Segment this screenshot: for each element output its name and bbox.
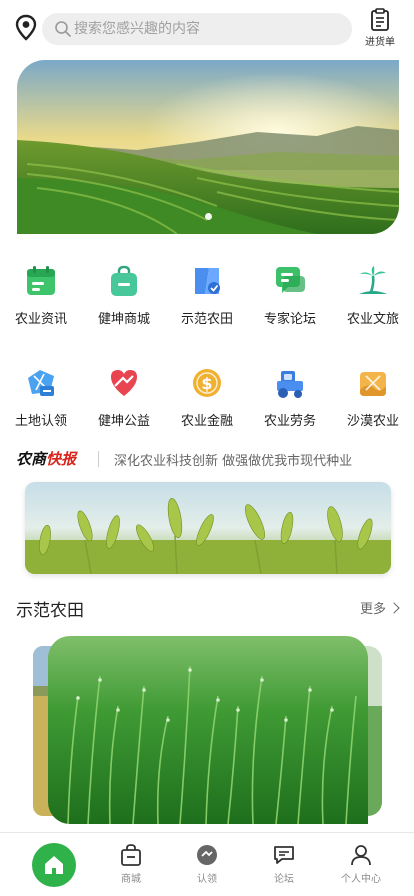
tab-mall[interactable]: 商城: [101, 833, 161, 896]
grid-item-label: 健坤公益: [97, 414, 150, 429]
grass-field-image: [48, 636, 368, 824]
demo-farm-icon: [195, 268, 220, 294]
grid-item-agri-news[interactable]: 农业资讯: [0, 258, 82, 338]
tab-home[interactable]: [32, 843, 76, 887]
wheat-promo-banner[interactable]: [25, 482, 391, 574]
chevron-right-icon: [388, 602, 400, 614]
category-row-1: 农业资讯 健坤商城 示范农田 专家论坛 农业文旅: [0, 258, 414, 338]
grid-item-charity[interactable]: 健坤公益: [83, 360, 165, 440]
banner-pagination: [17, 205, 399, 224]
news-brand-part2: 快报: [46, 450, 77, 468]
location-pin-icon[interactable]: [14, 14, 38, 42]
news-divider: [98, 451, 99, 467]
palm-island-icon: [359, 266, 387, 294]
news-brand-part1: 农商: [16, 450, 47, 468]
tab-label: 论坛: [274, 874, 294, 885]
news-headline[interactable]: 深化农业科技创新 做强做优我市现代种业: [114, 450, 352, 469]
tab-claim[interactable]: 认领: [177, 833, 237, 896]
more-label: 更多: [359, 602, 386, 617]
grid-item-finance[interactable]: $ 农业金融: [166, 360, 248, 440]
search-input[interactable]: [74, 13, 344, 45]
grid-item-agri-tourism[interactable]: 农业文旅: [332, 258, 414, 338]
grid-item-land-claim[interactable]: 土地认领: [0, 360, 82, 440]
grid-item-label: 示范农田: [180, 312, 233, 327]
grid-item-label: 沙漠农业: [346, 414, 399, 429]
shopping-bag-icon: [111, 265, 137, 296]
grid-item-desert-agri[interactable]: 沙漠农业: [332, 360, 414, 440]
wheat-field-image: [25, 482, 391, 574]
grid-item-expert-forum[interactable]: 专家论坛: [249, 258, 331, 338]
news-brand-logo: 农商快报: [16, 448, 76, 469]
desert-map-icon: [360, 372, 386, 396]
forum-chat-icon: [274, 846, 294, 864]
home-icon: [45, 856, 63, 874]
grid-item-labor[interactable]: 农业劳务: [249, 360, 331, 440]
banner-carousel[interactable]: [17, 60, 399, 234]
search-icon: [54, 20, 72, 38]
grid-item-mall[interactable]: 健坤商城: [83, 258, 165, 338]
bottom-tab-bar: 商城 认领 论坛 个人中心: [0, 832, 414, 896]
tab-forum[interactable]: 论坛: [254, 833, 314, 896]
user-icon: [351, 845, 371, 866]
forum-chat-icon: [276, 267, 305, 293]
tab-label: 个人中心: [341, 874, 381, 885]
grid-item-label: 土地认领: [14, 414, 67, 429]
svg-text:$: $: [201, 374, 212, 393]
order-list-button[interactable]: 进货单: [360, 6, 400, 50]
grid-item-label: 农业劳务: [263, 414, 316, 429]
grid-item-demo-farm[interactable]: 示范农田: [166, 258, 248, 338]
news-ticker[interactable]: 农商快报 深化农业科技创新 做强做优我市现代种业: [16, 446, 398, 472]
tab-label: 商城: [121, 874, 141, 885]
tractor-icon: [277, 371, 303, 398]
search-bar[interactable]: [42, 13, 352, 45]
category-row-2: 土地认领 健坤公益 $ 农业金融 农业劳务 沙漠农业: [0, 360, 414, 440]
order-list-label: 进货单: [365, 37, 395, 48]
tab-label: 认领: [197, 874, 217, 885]
order-list-icon: [371, 8, 389, 31]
tab-profile[interactable]: 个人中心: [331, 833, 391, 896]
shopping-bag-icon: [121, 844, 141, 866]
grid-item-label: 专家论坛: [263, 312, 316, 327]
heart-charity-icon: [111, 370, 137, 396]
calendar-news-icon: [27, 266, 55, 295]
grid-item-label: 农业文旅: [346, 312, 399, 327]
top-bar: 进货单: [0, 0, 414, 58]
grid-item-label: 农业金融: [180, 414, 233, 429]
grid-item-label: 农业资讯: [14, 312, 67, 327]
finance-coin-icon: $: [193, 369, 221, 397]
demo-farm-carousel[interactable]: [0, 636, 414, 826]
claim-icon: [197, 845, 217, 865]
land-claim-icon: [28, 370, 54, 396]
section-title: 示范农田: [16, 601, 84, 621]
carousel-main-card[interactable]: [48, 636, 368, 824]
more-link[interactable]: 更多: [359, 598, 400, 617]
grid-item-label: 健坤商城: [97, 312, 150, 327]
banner-dot-active[interactable]: [204, 213, 212, 220]
